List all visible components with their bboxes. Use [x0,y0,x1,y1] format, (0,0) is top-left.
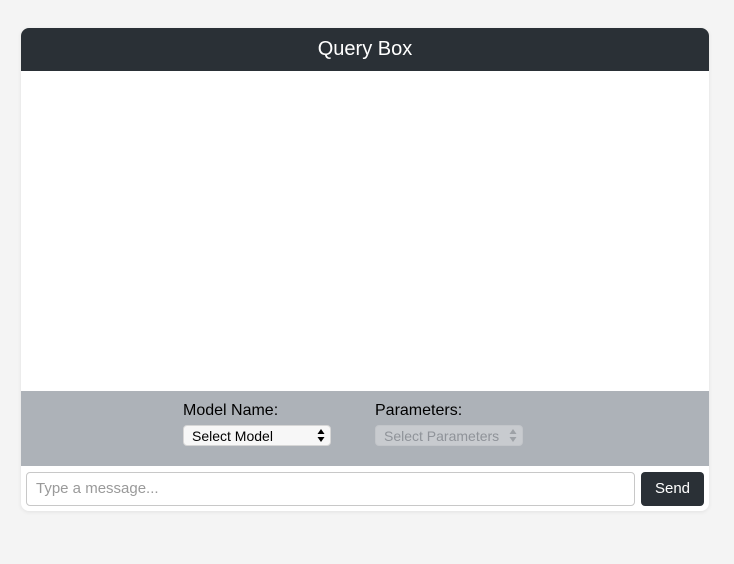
page-title: Query Box [317,38,413,60]
model-control: Model Name: Select Model [183,401,331,446]
chevron-updown-icon [509,429,517,442]
query-box-header: Query Box [21,28,709,71]
model-select-value: Select Model [192,427,273,444]
message-input[interactable] [26,471,635,506]
parameters-select[interactable]: Select Parameters [375,425,523,446]
query-box-panel: Query Box Model Name: Select Model Param… [21,28,709,511]
message-area[interactable] [21,71,709,391]
send-button[interactable]: Send [641,471,704,506]
composer: Send [21,466,709,511]
parameters-select-value: Select Parameters [384,427,500,444]
parameters-control: Parameters: Select Parameters [375,401,523,446]
controls-bar: Model Name: Select Model Parameters: Sel… [21,391,709,466]
chevron-updown-icon [317,429,325,442]
model-name-label: Model Name: [183,402,279,419]
parameters-label: Parameters: [375,402,463,419]
model-select[interactable]: Select Model [183,425,331,446]
